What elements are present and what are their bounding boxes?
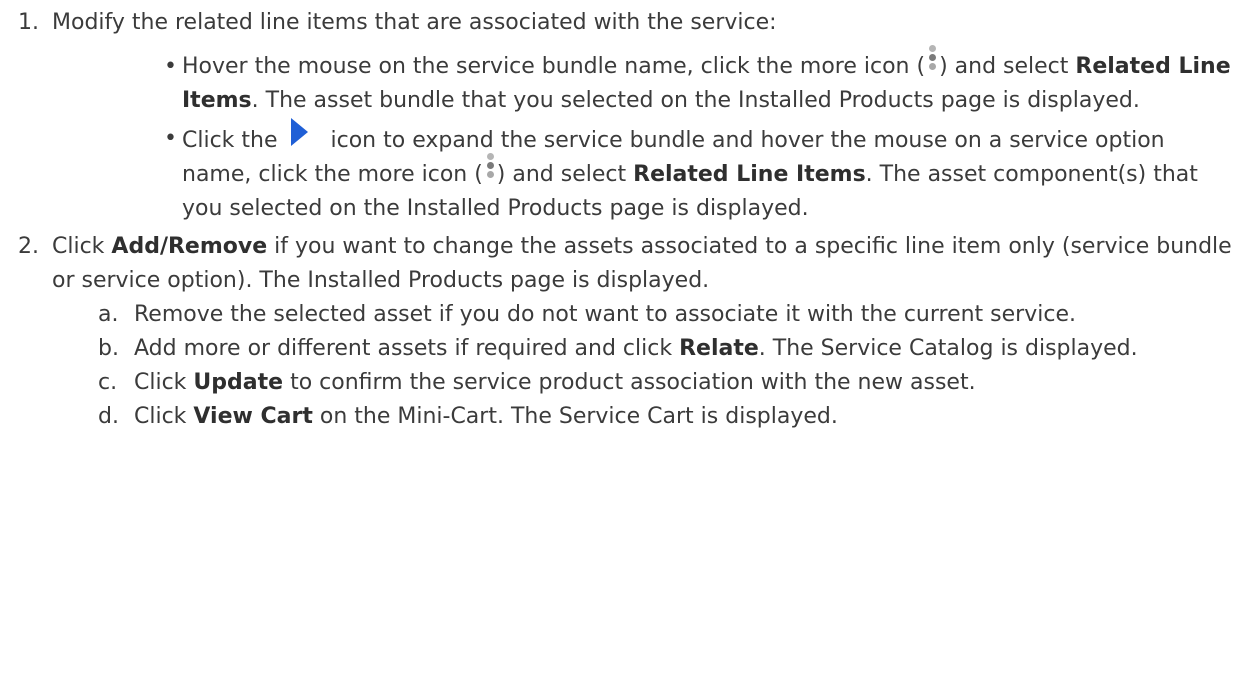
- bullet-marker: •: [164, 54, 177, 79]
- bold-term: Add/Remove: [111, 234, 268, 259]
- bold-term: Related Line Items: [633, 162, 866, 187]
- substep-item: c. Click Update to confirm the service p…: [52, 366, 1238, 400]
- bullet-list: • Hover the mouse on the service bundle …: [52, 45, 1238, 226]
- substep-list: a. Remove the selected asset if you do n…: [52, 298, 1238, 434]
- substep-item: d. Click View Cart on the Mini-Cart. The…: [52, 400, 1238, 434]
- bold-term: View Cart: [193, 404, 313, 429]
- bullet-item: • Hover the mouse on the service bundle …: [52, 45, 1238, 118]
- substep-letter: d.: [98, 404, 119, 429]
- more-vertical-icon: [484, 153, 496, 185]
- substep-letter: b.: [98, 336, 119, 361]
- substep-letter: a.: [98, 302, 119, 327]
- bold-term: Update: [193, 370, 284, 395]
- substep-item: a. Remove the selected asset if you do n…: [52, 298, 1238, 332]
- step-number: 1.: [18, 10, 39, 35]
- step-number: 2.: [18, 234, 39, 259]
- step-1: 1. Modify the related line items that ar…: [0, 6, 1238, 226]
- substep-letter: c.: [98, 370, 118, 395]
- bullet-item: • Click the icon to expand the service b…: [52, 118, 1238, 226]
- bold-term: Relate: [679, 336, 759, 361]
- substep-item: b. Add more or different assets if requi…: [52, 332, 1238, 366]
- instructions-document: 1. Modify the related line items that ar…: [0, 0, 1258, 434]
- expand-triangle-icon: [290, 118, 308, 146]
- bullet-marker: •: [164, 126, 177, 151]
- more-vertical-icon: [926, 45, 938, 77]
- step-2: 2. Click Add/Remove if you want to chang…: [0, 230, 1238, 434]
- step-text: Modify the related line items that are a…: [52, 10, 777, 35]
